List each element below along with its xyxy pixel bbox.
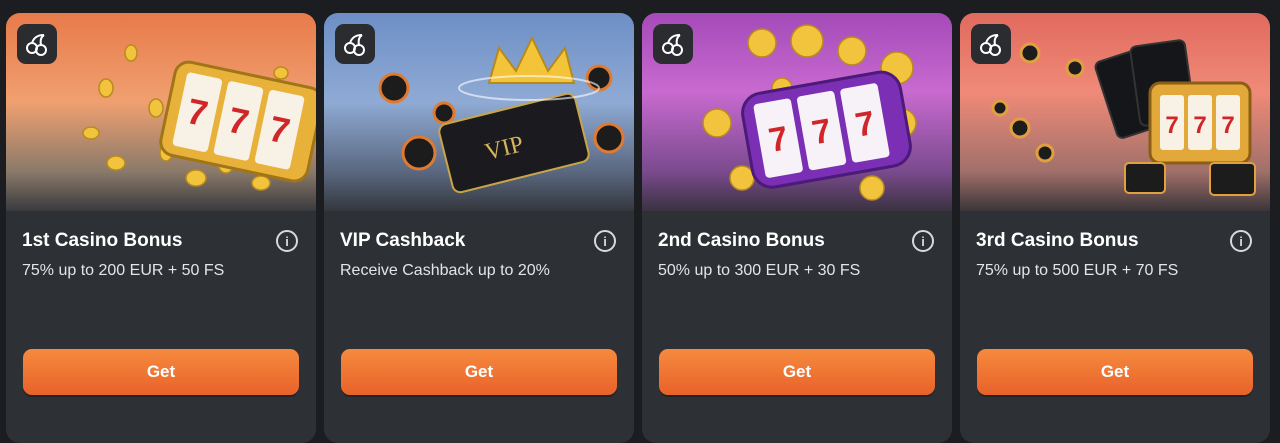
bonus-description: 75% up to 200 EUR + 50 FS — [22, 262, 225, 279]
info-icon[interactable]: i — [912, 230, 934, 252]
bonus-description: 75% up to 500 EUR + 70 FS — [976, 262, 1179, 279]
bonus-banner-slot-cards: 7 7 7 — [960, 13, 1270, 211]
info-icon[interactable]: i — [1230, 230, 1252, 252]
bonus-title: 3rd Casino Bonus — [976, 230, 1139, 251]
bonus-card-content: 2nd Casino Bonus 50% up to 300 EUR + 30 … — [642, 211, 952, 281]
cherries-icon — [17, 24, 57, 64]
bonus-description: 50% up to 300 EUR + 30 FS — [658, 262, 861, 279]
info-icon[interactable]: i — [276, 230, 298, 252]
cherries-icon — [971, 24, 1011, 64]
cherries-icon — [335, 24, 375, 64]
svg-text:7: 7 — [1165, 112, 1178, 139]
bonus-card-vip-cashback: VIP VIP Cashback Receive Cashback up to … — [324, 13, 634, 443]
bonus-banner-slot-777: 7 7 7 — [6, 13, 316, 211]
info-icon[interactable]: i — [594, 230, 616, 252]
bonus-description: Receive Cashback up to 20% — [340, 262, 550, 279]
bonus-banner-purple-slot: 7 7 7 — [642, 13, 952, 211]
svg-text:7: 7 — [1193, 112, 1206, 139]
bonus-card-content: 3rd Casino Bonus 75% up to 500 EUR + 70 … — [960, 211, 1270, 281]
cherries-icon — [653, 24, 693, 64]
bonus-banner-vip-card: VIP — [324, 13, 634, 211]
bonus-title: VIP Cashback — [340, 230, 466, 251]
bonus-card-1st-casino: 7 7 7 1st Casino Bonus 75% up to 200 EUR… — [6, 13, 316, 443]
bonus-card-content: 1st Casino Bonus 75% up to 200 EUR + 50 … — [6, 211, 316, 281]
get-bonus-button[interactable]: Get — [659, 349, 935, 395]
bonus-title: 2nd Casino Bonus — [658, 230, 825, 251]
bonus-card-3rd-casino: 7 7 7 3rd Casino Bonus 75% up to 500 EUR… — [960, 13, 1270, 443]
get-bonus-button[interactable]: Get — [341, 349, 617, 395]
get-bonus-button[interactable]: Get — [23, 349, 299, 395]
bonus-title: 1st Casino Bonus — [22, 230, 183, 251]
bonus-card-content: VIP Cashback Receive Cashback up to 20% … — [324, 211, 634, 281]
svg-text:7: 7 — [1221, 112, 1234, 139]
bonus-cards-row: 7 7 7 1st Casino Bonus 75% up to 200 EUR… — [0, 0, 1280, 443]
get-bonus-button[interactable]: Get — [977, 349, 1253, 395]
bonus-card-2nd-casino: 7 7 7 2nd Casino Bonus 50% up to 300 EUR… — [642, 13, 952, 443]
